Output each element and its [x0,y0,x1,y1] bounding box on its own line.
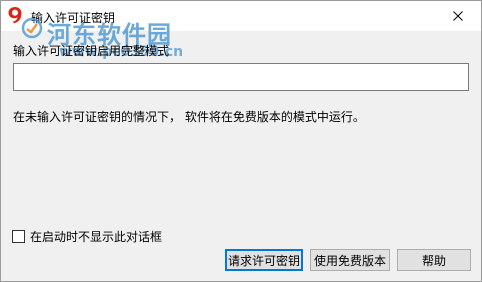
app-logo-icon [8,7,22,24]
free-mode-info: 在未输入许可证密钥的情况下， 软件将在免费版本的模式中运行。 [13,110,365,124]
request-license-key-button[interactable]: 请求许可密钥 [225,249,303,271]
window-title: 输入许可证密钥 [31,11,116,25]
dont-show-on-startup-label[interactable]: 在启动时不显示此对话框 [30,228,162,245]
help-button[interactable]: 帮助 [397,249,471,271]
dont-show-on-startup-option[interactable]: 在启动时不显示此对话框 [12,228,162,245]
close-button[interactable] [435,1,481,31]
license-key-input[interactable] [13,63,469,91]
dont-show-on-startup-checkbox[interactable] [12,230,25,243]
close-icon [453,11,463,21]
license-key-prompt: 输入许可证密钥启用完整模式 [13,44,170,58]
use-free-version-button[interactable]: 使用免费版本 [310,249,390,271]
license-dialog: 输入许可证密钥 河东软件园 www.pc0359.cn 输入许可证密钥启用完整模… [0,0,482,282]
title-bar[interactable]: 输入许可证密钥 [1,1,481,31]
